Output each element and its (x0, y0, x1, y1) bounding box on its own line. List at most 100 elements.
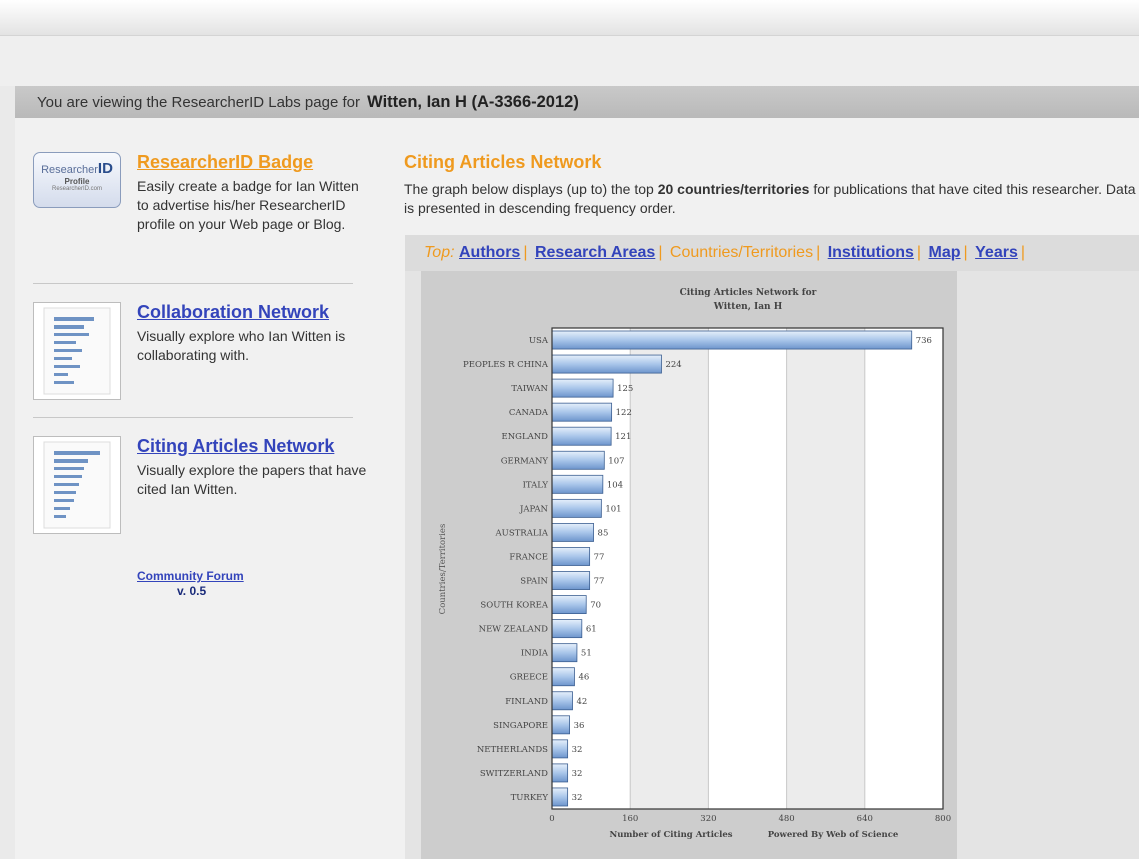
citing-countries-bar-chart: Citing Articles Network for Witten, Ian H… (438, 288, 951, 840)
tab-institutions[interactable]: Institutions (828, 244, 914, 261)
x-axis-label: Number of Citing Articles (609, 830, 732, 840)
bar (551, 354, 662, 374)
x-tick-label: 640 (857, 814, 873, 824)
data-label: 122 (616, 408, 632, 418)
category-label: AUSTRALIA (495, 528, 549, 538)
researcherid-badge-logo[interactable]: ResearcherID Profile ResearcherID.com (33, 152, 121, 208)
bar (551, 474, 604, 494)
description-part1: The graph below displays (up to) the top (404, 181, 654, 197)
collaboration-thumbnail[interactable] (33, 302, 121, 400)
badge-logo-profile: Profile (64, 177, 90, 186)
data-label: 104 (607, 480, 623, 490)
bar (551, 787, 569, 807)
bar (551, 426, 612, 446)
category-label: SINGAPORE (493, 721, 548, 731)
category-label: NETHERLANDS (477, 745, 548, 755)
data-label: 32 (572, 745, 583, 755)
community-forum-link[interactable]: Community Forum (137, 569, 244, 583)
badge-description: Easily create a badge for Ian Witten to … (137, 178, 359, 232)
data-label: 46 (578, 673, 589, 683)
tab-research-areas[interactable]: Research Areas (535, 244, 655, 261)
category-label: SWITZERLAND (480, 769, 548, 779)
category-label: SOUTH KOREA (480, 601, 548, 611)
divider (33, 417, 353, 418)
data-label: 736 (916, 336, 932, 346)
x-tick-label: 160 (622, 814, 638, 824)
tab-countries-territories[interactable]: Countries/Territories (670, 244, 813, 261)
category-label: JAPAN (519, 504, 549, 514)
data-label: 77 (594, 577, 605, 587)
category-label: GREECE (510, 673, 548, 683)
y-axis-label: Countries/Territories (438, 524, 448, 615)
bar (551, 547, 591, 566)
data-label: 42 (577, 697, 588, 707)
bar (551, 498, 602, 518)
tab-map[interactable]: Map (929, 244, 961, 261)
citing-articles-network-link[interactable]: Citing Articles Network (137, 436, 334, 457)
bar (551, 330, 913, 350)
page-banner: You are viewing the ResearcherID Labs pa… (15, 86, 1139, 118)
category-label: ENGLAND (502, 432, 549, 442)
citing-thumbnail-graphic (43, 441, 111, 529)
grid-band (630, 328, 709, 809)
bar (551, 667, 575, 687)
nav-prefix: Top: (424, 244, 455, 261)
x-tick-label: 480 (778, 814, 794, 824)
data-label: 85 (598, 528, 609, 538)
citing-description: Visually explore the papers that have ci… (137, 462, 367, 497)
chart-container: Citing Articles Network for Witten, Ian H… (421, 271, 957, 859)
bar (551, 643, 578, 663)
chart-title-line1: Citing Articles Network for (680, 288, 817, 298)
nav-separator: | (658, 244, 663, 261)
collaboration-network-link[interactable]: Collaboration Network (137, 302, 329, 323)
chart-title-line2: Witten, Ian H (713, 302, 783, 312)
nav-separator: | (916, 244, 922, 261)
bar (551, 522, 594, 542)
nav-separator: | (523, 244, 528, 261)
badge-logo-researcher: Researcher (41, 164, 98, 176)
bar (551, 763, 569, 783)
main-content: ResearcherID Profile ResearcherID.com Re… (15, 118, 1139, 859)
bar (551, 450, 605, 470)
category-label: CANADA (509, 408, 549, 418)
banner-prefix: You are viewing the ResearcherID Labs pa… (37, 94, 360, 111)
category-label: NEW ZEALAND (479, 625, 549, 635)
category-label: FINLAND (505, 697, 548, 707)
top-nav: Top: Authors | Research Areas | Countries/… (405, 235, 1139, 271)
grid-band (786, 328, 865, 809)
category-label: SPAIN (520, 577, 548, 587)
data-label: 32 (572, 793, 583, 803)
section-description: The graph below displays (up to) the top… (404, 180, 1139, 218)
x-tick-label: 0 (549, 814, 554, 824)
category-label: GERMANY (501, 456, 549, 466)
bar (551, 739, 569, 759)
x-tick-label: 800 (935, 814, 951, 824)
researcherid-badge-link[interactable]: ResearcherID Badge (137, 152, 313, 173)
badge-logo-site: ResearcherID.com (51, 186, 102, 192)
nav-separator: | (963, 244, 968, 261)
bar (551, 378, 614, 398)
tab-years[interactable]: Years (975, 244, 1018, 261)
data-label: 121 (615, 432, 631, 442)
collaboration-thumbnail-graphic (43, 307, 111, 395)
chart-footer: Powered By Web of Science (768, 830, 899, 840)
bar (551, 619, 583, 639)
category-label: USA (529, 336, 549, 346)
chart-panel: Citing Articles Network for Witten, Ian H… (405, 271, 1139, 859)
bar (551, 691, 573, 711)
nav-separator: | (816, 244, 821, 261)
category-label: ITALY (523, 480, 549, 490)
tab-authors[interactable]: Authors (459, 244, 520, 261)
browser-top-bar (0, 0, 1139, 36)
data-label: 32 (572, 769, 583, 779)
bar (551, 715, 570, 735)
bar (551, 402, 613, 422)
data-label: 107 (608, 456, 624, 466)
category-label: FRANCE (509, 552, 548, 562)
collaboration-description: Visually explore who Ian Witten is colla… (137, 328, 346, 363)
header-strip (0, 36, 1139, 86)
citing-thumbnail[interactable] (33, 436, 121, 534)
data-label: 224 (665, 360, 681, 370)
nav-separator: | (1020, 244, 1025, 261)
data-label: 77 (594, 552, 605, 562)
